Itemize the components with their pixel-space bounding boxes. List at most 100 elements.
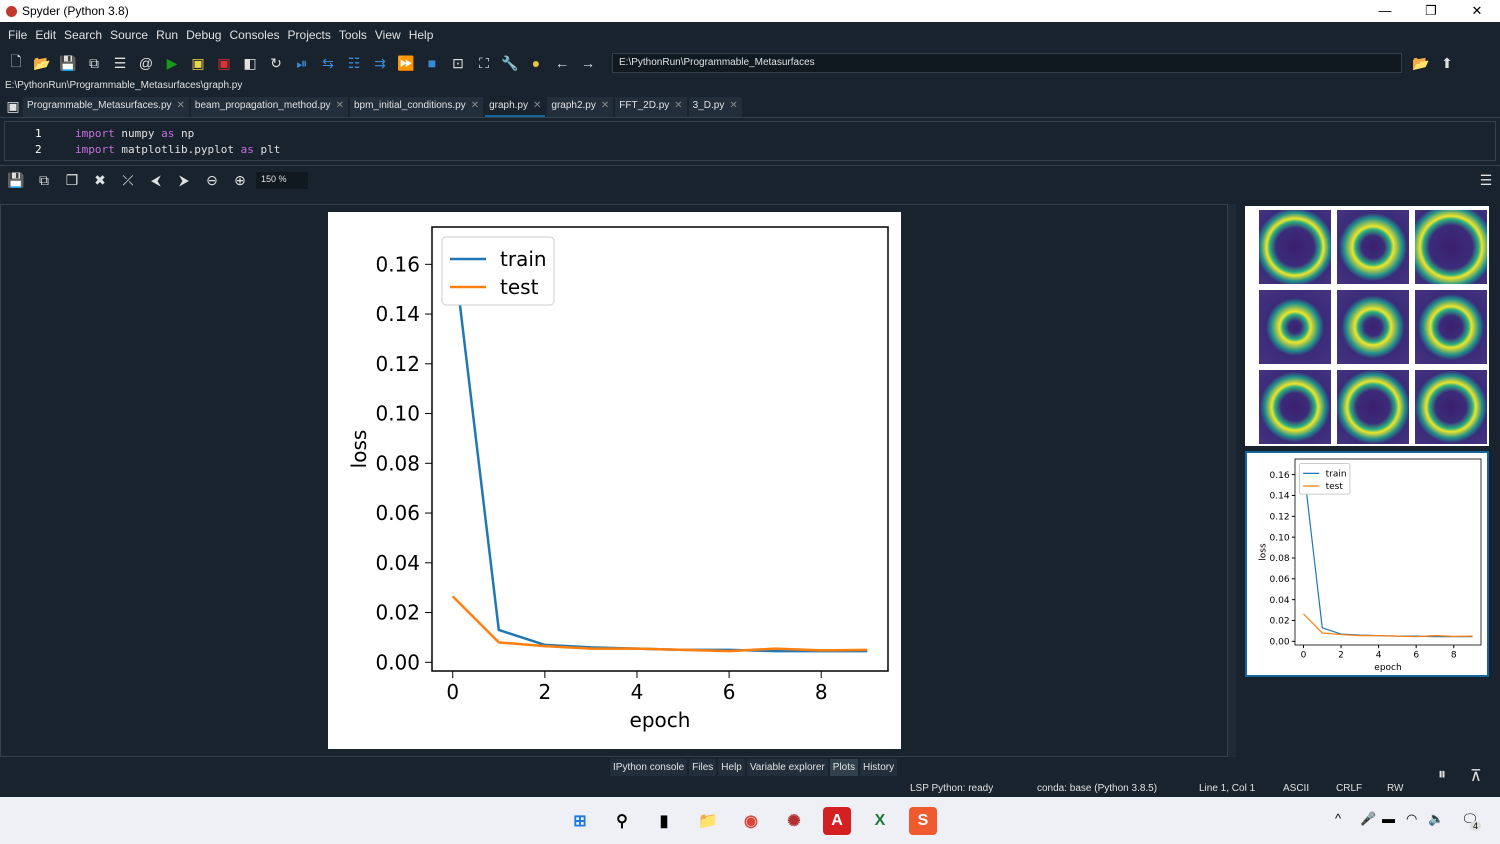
menu-source[interactable]: Source	[106, 28, 152, 42]
wifi-icon[interactable]: ◠	[1406, 811, 1417, 827]
save-all-plots-icon[interactable]: ⧉	[32, 169, 56, 193]
tray-chevron-icon[interactable]: ^	[1335, 811, 1341, 826]
menu-projects[interactable]: Projects	[284, 28, 335, 42]
menu-view[interactable]: View	[371, 28, 405, 42]
thumbnail-loss-plot[interactable]: 0 2 4 6 8 0.00 0.02 0.04 0.06 0.08 0.10 0.12 0.14 0.1…	[1245, 451, 1489, 677]
back-arrow-icon[interactable]: ←	[550, 51, 574, 75]
at-icon[interactable]: @	[134, 51, 158, 75]
close-tab-icon[interactable]: ✕	[533, 100, 541, 112]
editor-tab[interactable]: FFT_2D.py ✕	[615, 96, 687, 117]
close-tab-icon[interactable]: ✕	[471, 100, 479, 114]
maximize-button[interactable]: ❐	[1408, 3, 1454, 19]
code-token: numpy	[114, 127, 162, 140]
heatmap-thumbnail	[1415, 290, 1487, 364]
menu-tools[interactable]: Tools	[335, 28, 371, 42]
encoding: ASCII	[1283, 782, 1310, 794]
tab-label: FFT_2D.py	[619, 99, 670, 111]
browse-tabs-icon[interactable]: ▣	[3, 95, 23, 119]
options-menu-icon[interactable]: ☰	[1474, 169, 1498, 193]
save-all-icon[interactable]: ⧉	[82, 51, 106, 75]
fullscreen-icon[interactable]: ⛶	[472, 51, 496, 75]
menu-edit[interactable]: Edit	[31, 28, 60, 42]
python-path-icon[interactable]: ●	[524, 51, 548, 75]
window-title: Spyder (Python 3.8)	[22, 4, 129, 18]
working-directory-input[interactable]: E:\PythonRun\Programmable_Metasurfaces	[612, 53, 1402, 73]
main-toolbar: 🗋 📂 💾 ⧉ ☰ @ ▶ ▣ ▣ ◧ ↻ ⏯ ⇆ ☷ ⇉ ⏩ ■ ⊡ ⛶ 🔧 …	[0, 48, 1500, 78]
editor-tab[interactable]: Programmable_Metasurfaces.py ✕	[23, 96, 189, 117]
remove-plot-icon[interactable]: ✖	[88, 169, 112, 193]
battery-icon[interactable]: ▬	[1382, 811, 1395, 826]
menu-debug[interactable]: Debug	[182, 28, 225, 42]
outline-icon[interactable]: ☰	[108, 51, 132, 75]
excel-icon[interactable]: X	[866, 807, 894, 835]
debug-icon[interactable]: ⏯	[290, 51, 314, 75]
menu-consoles[interactable]: Consoles	[225, 28, 283, 42]
run-cell-icon[interactable]: ▣	[186, 51, 210, 75]
tab-label: graph.py	[489, 99, 528, 111]
file-explorer-icon[interactable]: 📁	[694, 807, 722, 835]
previous-plot-icon[interactable]: ⮜	[144, 169, 168, 193]
windows-start-icon[interactable]: ⊞	[566, 807, 594, 835]
pane-tab-help[interactable]: Help	[718, 759, 745, 776]
zoom-out-icon[interactable]: ⊖	[200, 169, 224, 193]
browse-folder-icon[interactable]: 📂	[1409, 51, 1433, 75]
pane-tab-history[interactable]: History	[859, 759, 898, 776]
step-icon[interactable]: ⇆	[316, 51, 340, 75]
pane-tab-plots[interactable]: Plots	[829, 759, 858, 776]
spyder-taskbar-icon[interactable]: ✺	[780, 807, 808, 835]
forward-arrow-icon[interactable]: →	[576, 51, 600, 75]
parent-dir-icon[interactable]: ⬆	[1435, 51, 1459, 75]
run-icon[interactable]: ▶	[160, 51, 184, 75]
search-icon[interactable]: ⚲	[608, 807, 636, 835]
y-tick-label: 0.08	[1270, 554, 1290, 564]
close-tab-icon[interactable]: ✕	[177, 100, 185, 114]
menu-file[interactable]: File	[4, 28, 31, 42]
editor-tab[interactable]: bpm_initial_conditions.py ✕	[349, 96, 484, 117]
copy-plot-icon[interactable]: ❐	[60, 169, 84, 193]
maximize-pane-icon[interactable]: ⊡	[446, 51, 470, 75]
pane-tab-files[interactable]: Files	[689, 759, 717, 776]
save-plot-icon[interactable]: 💾	[4, 169, 28, 193]
code-line[interactable]: import matplotlib.pyplot as plt	[75, 143, 280, 156]
menu-help[interactable]: Help	[405, 28, 438, 42]
volume-icon[interactable]: 🔈	[1428, 811, 1444, 827]
editor-tab[interactable]: 3_D.py ✕	[688, 96, 742, 117]
close-tab-icon[interactable]: ✕	[729, 100, 737, 114]
save-icon[interactable]: 💾	[56, 51, 80, 75]
continue-icon[interactable]: ⏩	[394, 51, 418, 75]
code-line[interactable]: import numpy as np	[75, 127, 194, 140]
zoom-in-icon[interactable]: ⊕	[228, 169, 252, 193]
pane-tab-variable-explorer[interactable]: Variable explorer	[746, 759, 828, 776]
editor-tab[interactable]: graph.py ✕	[485, 96, 546, 117]
close-tab-icon[interactable]: ✕	[674, 100, 682, 114]
remove-all-plots-icon[interactable]: ⤫	[116, 169, 140, 193]
editor-tab[interactable]: beam_propagation_method.py ✕	[190, 96, 348, 117]
close-tab-icon[interactable]: ✕	[336, 100, 344, 114]
editor-tab[interactable]: graph2.py ✕	[547, 96, 614, 117]
menu-run[interactable]: Run	[152, 28, 182, 42]
task-view-icon[interactable]: ▮	[650, 807, 678, 835]
preferences-wrench-icon[interactable]: 🔧	[498, 51, 522, 75]
close-tab-icon[interactable]: ✕	[601, 100, 609, 114]
rerun-icon[interactable]: ↻	[264, 51, 288, 75]
chrome-icon[interactable]: ◉	[737, 807, 765, 835]
zoom-level[interactable]: 150 %	[256, 172, 308, 189]
microphone-icon[interactable]: 🎤	[1360, 811, 1376, 827]
code-editor[interactable]: 1 import numpy as np 2 import matplotlib.py…	[4, 121, 1496, 161]
close-button[interactable]: ✕	[1454, 3, 1500, 19]
step-into-icon[interactable]: ☷	[342, 51, 366, 75]
stop-icon[interactable]: ■	[420, 51, 444, 75]
run-cell-advance-icon[interactable]: ▣	[212, 51, 236, 75]
open-folder-icon[interactable]: 📂	[30, 51, 54, 75]
pane-tab-ipython-console[interactable]: IPython console	[610, 759, 688, 776]
app-s-icon[interactable]: S	[909, 807, 937, 835]
run-selection-icon[interactable]: ◧	[238, 51, 262, 75]
step-return-icon[interactable]: ⇉	[368, 51, 392, 75]
new-file-icon[interactable]: 🗋	[4, 51, 28, 75]
minimize-button[interactable]: —	[1362, 3, 1408, 19]
acrobat-icon[interactable]: A	[823, 807, 851, 835]
menu-search[interactable]: Search	[60, 28, 106, 42]
thumbnail-scrollbar[interactable]	[1228, 204, 1236, 757]
thumbnail-heatmaps[interactable]	[1245, 206, 1489, 446]
next-plot-icon[interactable]: ⮞	[172, 169, 196, 193]
